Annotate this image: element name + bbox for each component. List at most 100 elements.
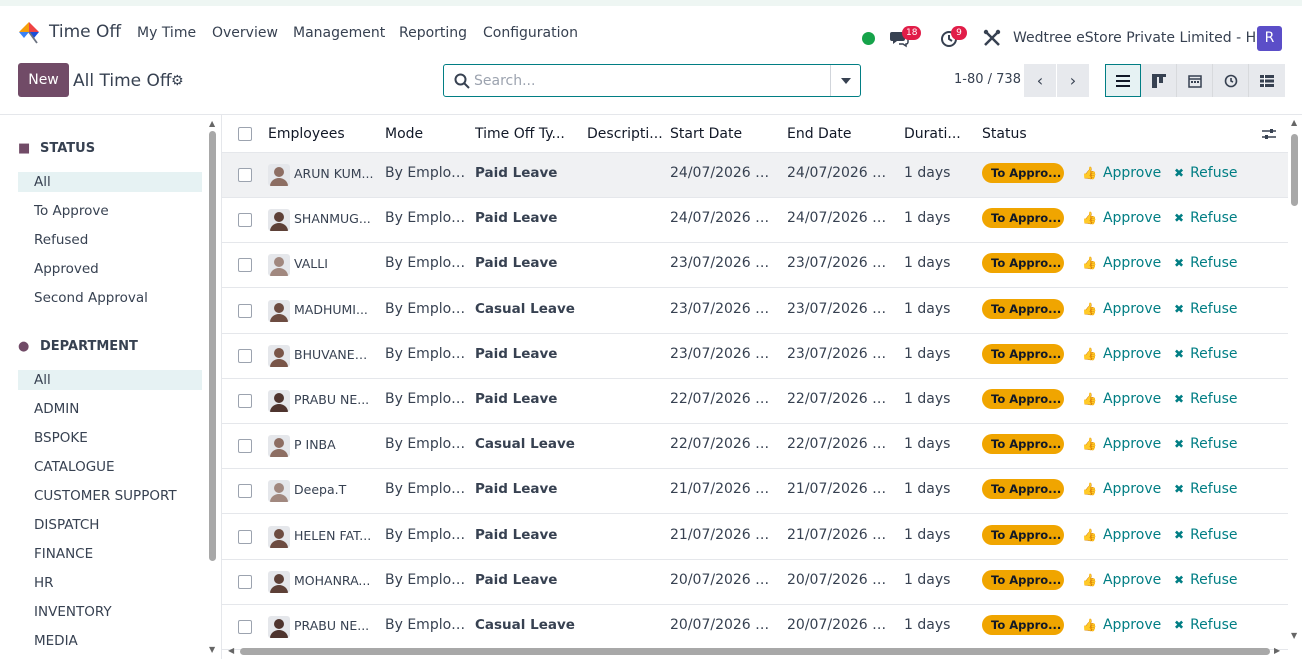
department-filter-customer-support[interactable]: CUSTOMER SUPPORT bbox=[18, 486, 202, 506]
user-avatar[interactable]: R bbox=[1257, 26, 1282, 51]
department-filter-finance[interactable]: FINANCE bbox=[18, 544, 202, 564]
optional-columns-icon[interactable] bbox=[1262, 127, 1276, 141]
department-filter-inventory[interactable]: INVENTORY bbox=[18, 602, 202, 622]
row-checkbox[interactable] bbox=[238, 529, 252, 544]
approve-button[interactable]: 👍 Approve bbox=[1082, 527, 1161, 543]
table-row[interactable]: P INBA By Employ... Casual Leave 22/07/2… bbox=[222, 424, 1288, 470]
column-end-date[interactable]: End Date bbox=[787, 126, 892, 142]
approve-button[interactable]: 👍 Approve bbox=[1082, 572, 1161, 588]
row-checkbox[interactable] bbox=[238, 258, 252, 273]
refuse-button[interactable]: ✖ Refuse bbox=[1174, 255, 1237, 271]
table-row[interactable]: PRABU NE... By Employ... Casual Leave 20… bbox=[222, 605, 1288, 650]
scroll-up-arrow-icon[interactable]: ▲ bbox=[209, 119, 215, 128]
department-filter-all[interactable]: All bbox=[18, 370, 202, 390]
table-row[interactable]: HELEN FAT... By Employ... Paid Leave 21/… bbox=[222, 514, 1288, 560]
refuse-button[interactable]: ✖ Refuse bbox=[1174, 617, 1237, 633]
column-employees[interactable]: Employees bbox=[268, 126, 378, 142]
department-filter-catalogue[interactable]: CATALOGUE bbox=[18, 457, 202, 477]
gear-icon[interactable]: ⚙ bbox=[171, 73, 184, 89]
approve-button[interactable]: 👍 Approve bbox=[1082, 391, 1161, 407]
app-brand[interactable]: Time Off bbox=[17, 20, 121, 44]
employee-name[interactable]: VALLI bbox=[294, 256, 374, 271]
scroll-up-arrow-icon[interactable]: ▲ bbox=[1291, 118, 1297, 127]
table-row[interactable]: VALLI By Employ... Paid Leave 23/07/2026… bbox=[222, 243, 1288, 289]
approve-button[interactable]: 👍 Approve bbox=[1082, 210, 1161, 226]
approve-button[interactable]: 👍 Approve bbox=[1082, 346, 1161, 362]
search-input[interactable] bbox=[474, 71, 824, 91]
pager-previous-button[interactable]: ‹ bbox=[1024, 64, 1056, 97]
column-time-off-type[interactable]: Time Off Ty... bbox=[475, 126, 580, 142]
row-checkbox[interactable] bbox=[238, 484, 252, 499]
calendar-view-button[interactable] bbox=[1177, 64, 1213, 97]
table-row[interactable]: MOHANRA... By Employ... Paid Leave 20/07… bbox=[222, 559, 1288, 605]
row-checkbox[interactable] bbox=[238, 439, 252, 454]
menu-configuration[interactable]: Configuration bbox=[483, 25, 578, 41]
table-row[interactable]: Deepa.T By Employ... Paid Leave 21/07/20… bbox=[222, 469, 1288, 515]
menu-my-time[interactable]: My Time bbox=[137, 25, 196, 41]
online-status-icon[interactable] bbox=[862, 32, 875, 45]
employee-name[interactable]: HELEN FAT... bbox=[294, 528, 374, 543]
approve-button[interactable]: 👍 Approve bbox=[1082, 617, 1161, 633]
company-switcher[interactable]: Wedtree eStore Private Limited - HO bbox=[1013, 30, 1267, 46]
kanban-view-button[interactable] bbox=[1141, 64, 1177, 97]
scroll-down-arrow-icon[interactable]: ▼ bbox=[209, 645, 215, 654]
column-mode[interactable]: Mode bbox=[385, 126, 465, 142]
scrollbar-thumb[interactable] bbox=[1291, 134, 1298, 206]
pager-next-button[interactable]: › bbox=[1057, 64, 1089, 97]
employee-name[interactable]: Deepa.T bbox=[294, 482, 374, 497]
employee-name[interactable]: ARUN KUM... bbox=[294, 166, 374, 181]
row-checkbox[interactable] bbox=[238, 348, 252, 363]
table-row[interactable]: PRABU NE... By Employ... Paid Leave 22/0… bbox=[222, 379, 1288, 424]
approve-button[interactable]: 👍 Approve bbox=[1082, 481, 1161, 497]
menu-management[interactable]: Management bbox=[293, 25, 385, 41]
new-button[interactable]: New bbox=[18, 63, 69, 97]
column-description[interactable]: Descripti... bbox=[587, 126, 667, 142]
table-row[interactable]: ARUN KUM... By Employ... Paid Leave 24/0… bbox=[222, 153, 1288, 198]
employee-name[interactable]: SHANMUG... bbox=[294, 211, 374, 226]
pager-value[interactable]: 1-80 / 738 bbox=[954, 72, 1021, 87]
department-filter-dispatch[interactable]: DISPATCH bbox=[18, 515, 202, 535]
refuse-button[interactable]: ✖ Refuse bbox=[1174, 165, 1237, 181]
employee-name[interactable]: PRABU NE... bbox=[294, 392, 374, 407]
row-checkbox[interactable] bbox=[238, 394, 252, 408]
status-filter-approved[interactable]: Approved bbox=[18, 259, 202, 279]
menu-overview[interactable]: Overview bbox=[212, 25, 278, 41]
department-filter-hr[interactable]: HR bbox=[18, 573, 202, 593]
status-filter-refused[interactable]: Refused bbox=[18, 230, 202, 250]
column-duration[interactable]: Durati... bbox=[904, 126, 969, 142]
department-filter-bspoke[interactable]: BSPOKE bbox=[18, 428, 202, 448]
refuse-button[interactable]: ✖ Refuse bbox=[1174, 527, 1237, 543]
row-checkbox[interactable] bbox=[238, 213, 252, 228]
row-checkbox[interactable] bbox=[238, 574, 252, 589]
column-status[interactable]: Status bbox=[982, 126, 1072, 142]
table-row[interactable]: SHANMUG... By Employ... Paid Leave 24/07… bbox=[222, 198, 1288, 244]
scroll-right-arrow-icon[interactable]: ▶ bbox=[1274, 646, 1280, 655]
refuse-button[interactable]: ✖ Refuse bbox=[1174, 436, 1237, 452]
row-checkbox[interactable] bbox=[238, 303, 252, 318]
employee-name[interactable]: MADHUMI... bbox=[294, 302, 374, 317]
status-filter-to-approve[interactable]: To Approve bbox=[18, 201, 202, 221]
scrollbar-thumb[interactable] bbox=[240, 648, 1270, 655]
column-start-date[interactable]: Start Date bbox=[670, 126, 775, 142]
table-row[interactable]: BHUVANES... By Employ... Paid Leave 23/0… bbox=[222, 333, 1288, 379]
employee-name[interactable]: BHUVANES... bbox=[294, 347, 374, 362]
menu-reporting[interactable]: Reporting bbox=[399, 25, 467, 41]
employee-name[interactable]: P INBA bbox=[294, 437, 374, 452]
refuse-button[interactable]: ✖ Refuse bbox=[1174, 210, 1237, 226]
scroll-left-arrow-icon[interactable]: ◀ bbox=[228, 646, 234, 655]
pivot-view-button[interactable] bbox=[1249, 64, 1285, 97]
approve-button[interactable]: 👍 Approve bbox=[1082, 165, 1161, 181]
table-row[interactable]: MADHUMI... By Employ... Casual Leave 23/… bbox=[222, 288, 1288, 334]
chevron-down-icon[interactable] bbox=[841, 78, 851, 84]
employee-name[interactable]: PRABU NE... bbox=[294, 618, 374, 633]
department-filter-media[interactable]: MEDIA bbox=[18, 631, 202, 651]
scrollbar-thumb[interactable] bbox=[209, 131, 216, 561]
refuse-button[interactable]: ✖ Refuse bbox=[1174, 391, 1237, 407]
list-vertical-scrollbar[interactable]: ▲ ▼ bbox=[1288, 116, 1300, 646]
refuse-button[interactable]: ✖ Refuse bbox=[1174, 572, 1237, 588]
row-checkbox[interactable] bbox=[238, 168, 252, 182]
row-checkbox[interactable] bbox=[238, 620, 252, 634]
approve-button[interactable]: 👍 Approve bbox=[1082, 436, 1161, 452]
list-horizontal-scrollbar[interactable]: ◀ ▶ bbox=[228, 646, 1283, 656]
status-filter-all[interactable]: All bbox=[18, 172, 202, 192]
